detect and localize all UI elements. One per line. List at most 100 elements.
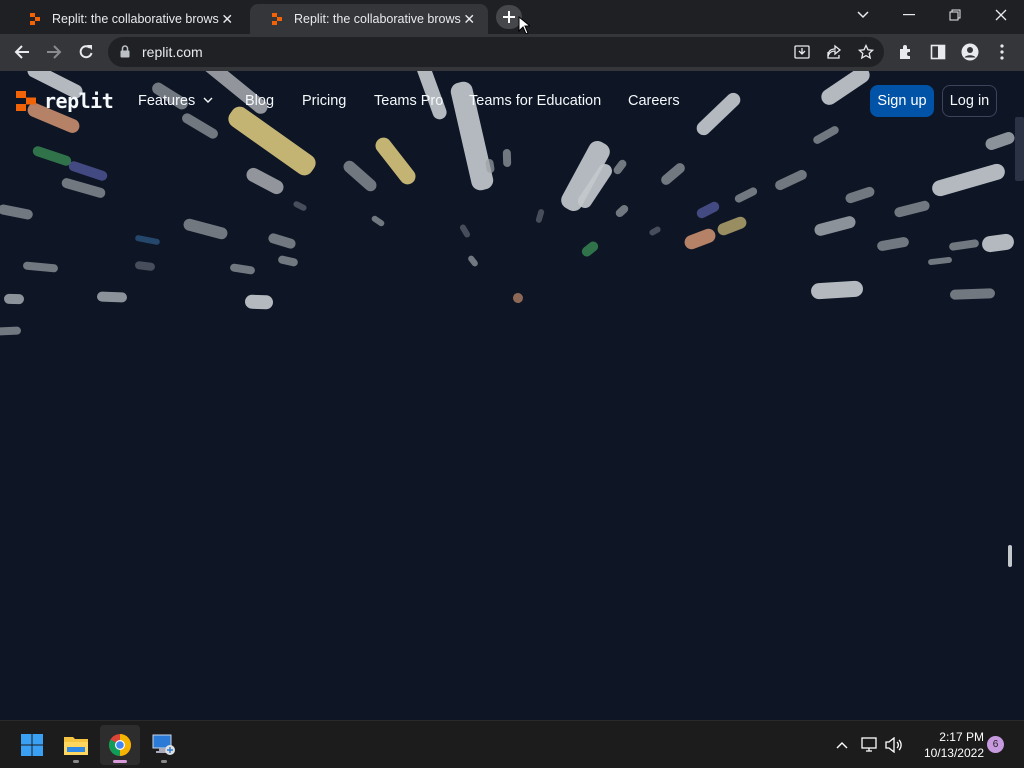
light-streak bbox=[31, 144, 73, 168]
tab-replit-1[interactable]: Replit: the collaborative browser ✕ bbox=[8, 4, 246, 34]
arrow-right-icon bbox=[47, 45, 62, 59]
light-streak bbox=[244, 294, 274, 310]
file-explorer-icon bbox=[64, 737, 88, 755]
light-streak bbox=[3, 293, 25, 305]
nav-blog[interactable]: Blog bbox=[245, 93, 274, 109]
windows-taskbar: 2:17 PM 10/13/2022 bbox=[0, 720, 1024, 768]
light-streak bbox=[893, 199, 931, 219]
light-streak bbox=[733, 186, 759, 204]
tab-replit-2[interactable]: Replit: the collaborative browser ✕ bbox=[250, 4, 488, 34]
system-clock[interactable]: 2:17 PM 10/13/2022 bbox=[914, 729, 984, 761]
light-streak bbox=[927, 256, 953, 266]
light-streak bbox=[981, 232, 1015, 254]
chrome-menu-button[interactable] bbox=[992, 42, 1012, 62]
chevron-down-icon bbox=[203, 97, 213, 103]
nav-pricing[interactable]: Pricing bbox=[302, 93, 346, 109]
light-streak bbox=[929, 161, 1007, 199]
logo-text: replit bbox=[44, 89, 114, 113]
light-streak bbox=[22, 261, 58, 273]
mouse-cursor-icon bbox=[518, 16, 530, 35]
close-tab-icon[interactable]: ✕ bbox=[461, 10, 478, 28]
tab-title: Replit: the collaborative browser bbox=[294, 12, 461, 26]
puzzle-icon bbox=[900, 45, 910, 59]
chrome-taskbar-button[interactable] bbox=[100, 725, 140, 765]
extensions-button[interactable] bbox=[896, 42, 916, 62]
remote-desktop-icon bbox=[152, 734, 175, 755]
close-tab-icon[interactable]: ✕ bbox=[219, 10, 236, 28]
share-button[interactable] bbox=[825, 43, 843, 61]
light-streak bbox=[949, 288, 995, 300]
close-window-button[interactable] bbox=[978, 0, 1024, 30]
restore-button[interactable] bbox=[932, 0, 978, 30]
back-button[interactable] bbox=[8, 38, 36, 66]
light-streak bbox=[876, 236, 910, 252]
file-explorer-taskbar-button[interactable] bbox=[56, 725, 96, 765]
show-hidden-icons-button[interactable] bbox=[832, 735, 852, 755]
sign-up-button[interactable]: Sign up bbox=[870, 85, 934, 117]
forward-button[interactable] bbox=[40, 38, 68, 66]
side-panel-button[interactable] bbox=[928, 42, 948, 62]
light-streak bbox=[502, 148, 512, 168]
running-indicator bbox=[161, 760, 167, 763]
minimize-icon bbox=[903, 14, 915, 16]
light-streak bbox=[292, 200, 308, 212]
light-streak bbox=[371, 134, 419, 188]
light-streak bbox=[614, 203, 630, 219]
close-icon bbox=[995, 9, 1007, 21]
chevron-down-icon bbox=[857, 11, 869, 19]
notification-badge[interactable]: 6 bbox=[987, 736, 1004, 753]
replit-favicon-icon bbox=[30, 13, 40, 25]
clock-date: 10/13/2022 bbox=[923, 746, 984, 760]
light-streak bbox=[810, 280, 864, 300]
install-app-button[interactable] bbox=[793, 43, 811, 61]
nav-teams-pro[interactable]: Teams Pro bbox=[374, 93, 443, 109]
start-button[interactable] bbox=[12, 725, 52, 765]
running-indicator bbox=[73, 760, 79, 763]
light-streak bbox=[341, 158, 379, 194]
light-streak bbox=[579, 239, 601, 259]
restore-icon bbox=[949, 9, 961, 21]
light-streak bbox=[612, 158, 628, 176]
light-streak bbox=[458, 223, 472, 239]
light-streak bbox=[67, 159, 109, 183]
star-icon bbox=[858, 44, 874, 60]
profile-button[interactable] bbox=[960, 42, 980, 62]
profile-icon bbox=[961, 43, 979, 61]
light-streak bbox=[844, 185, 876, 205]
nav-careers[interactable]: Careers bbox=[628, 93, 680, 109]
remote-desktop-taskbar-button[interactable] bbox=[144, 725, 184, 765]
reload-icon bbox=[79, 45, 93, 59]
kebab-menu-icon bbox=[1000, 44, 1004, 60]
light-streak bbox=[682, 226, 718, 252]
light-streak bbox=[948, 238, 980, 252]
network-button[interactable] bbox=[860, 735, 880, 755]
light-streak bbox=[277, 254, 299, 268]
url-text: replit.com bbox=[142, 44, 203, 60]
page-scrollbar[interactable] bbox=[1015, 117, 1024, 181]
light-streak bbox=[535, 208, 545, 224]
tab-search-button[interactable] bbox=[840, 0, 886, 30]
light-streak bbox=[0, 326, 21, 336]
nav-teams-education[interactable]: Teams for Education bbox=[469, 93, 601, 109]
light-streak bbox=[484, 158, 496, 174]
light-streak bbox=[59, 176, 107, 200]
reload-button[interactable] bbox=[72, 38, 100, 66]
log-in-button[interactable]: Log in bbox=[942, 85, 997, 117]
minimize-button[interactable] bbox=[886, 0, 932, 30]
light-streak bbox=[96, 291, 128, 303]
volume-button[interactable] bbox=[884, 735, 904, 755]
address-bar[interactable]: replit.com bbox=[108, 37, 884, 67]
browser-toolbar: replit.com bbox=[0, 34, 1024, 71]
light-streak bbox=[715, 214, 749, 238]
clock-time: 2:17 PM bbox=[939, 730, 984, 744]
bookmark-button[interactable] bbox=[857, 43, 875, 61]
tab-title: Replit: the collaborative browser bbox=[52, 12, 219, 26]
light-streak bbox=[134, 234, 160, 246]
active-indicator bbox=[113, 760, 127, 763]
volume-icon bbox=[885, 737, 902, 753]
light-streak bbox=[466, 254, 480, 268]
replit-logo[interactable]: replit bbox=[14, 89, 114, 113]
nav-features[interactable]: Features bbox=[138, 93, 213, 109]
browser-window: Replit: the collaborative browser ✕ Repl… bbox=[0, 0, 1024, 720]
side-panel-icon bbox=[930, 44, 946, 60]
